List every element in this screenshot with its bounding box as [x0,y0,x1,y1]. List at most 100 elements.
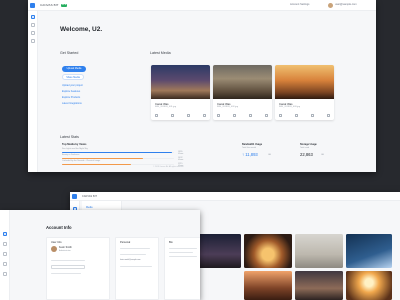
app-brand: CANVAS BIT [40,3,59,7]
latest-stats-heading: Latest Stats [60,135,79,139]
settings-icon[interactable] [31,39,35,43]
dashboard-window: CANVAS BIT BETA Account Settings user@sa… [28,0,376,172]
bar-fill [62,163,132,165]
field-line [169,256,197,258]
name-field[interactable] [51,265,85,269]
media-card-meta: IMG_201803_001.jpg [155,106,177,108]
media-tile[interactable] [295,271,343,300]
bandwidth-label: Bandwidth Usage [242,143,263,146]
stats-icon[interactable] [31,31,35,35]
bar-fill [62,157,143,159]
account-settings-link[interactable]: Account Settings [290,3,309,6]
storage-unit: GB [321,154,324,156]
media-card[interactable]: Canal Was IMG_201803_001.jpg [151,65,210,120]
edit-icon[interactable] [187,114,190,117]
account-info-title: Account Info [46,225,72,230]
media-tile[interactable] [193,234,241,268]
left-rail [28,11,38,172]
delete-icon[interactable] [265,114,268,117]
account-rail [0,210,10,300]
card-actions [155,114,206,117]
user-info-panel: User Info Kevin Smith Administrator [46,237,110,300]
media-card-meta: IMG_201803_003.jpg [279,106,301,108]
beta-badge: BETA [61,3,67,7]
bar-track [62,157,174,159]
user-email[interactable]: user@sample.com [335,3,357,6]
delete-icon[interactable] [203,114,206,117]
view-icon[interactable] [279,114,282,117]
media-icon[interactable] [3,242,7,246]
media-tile[interactable] [346,271,392,300]
media-icon[interactable] [31,23,35,27]
app-logo-icon [30,3,35,8]
field-line [51,273,81,275]
media-tile[interactable] [244,234,292,268]
view-icon[interactable] [155,114,158,117]
settings-icon[interactable] [3,262,7,266]
field-line [120,266,152,268]
bar-label: Sea Lights and the Night Sky [62,148,88,150]
bar-fill [62,151,172,153]
field-line [169,252,193,254]
latest-media-heading: Latest Media [150,51,171,55]
share-icon[interactable] [295,114,298,117]
media-topbar: CANVAS BIT [70,192,400,201]
page-title: Welcome, U2. [60,26,103,33]
view-icon[interactable] [217,114,220,117]
panel-heading: Personal [120,241,131,244]
dashboard-icon[interactable] [3,232,7,236]
media-card[interactable]: Canal Was IMG_201803_002.jpg [213,65,272,120]
bandwidth-value: ↑ 11,893 [242,152,258,157]
bar-value: 1895 Views [178,150,184,155]
storage-value: 22,863 [300,152,313,157]
beta-label: BETA [61,4,67,6]
field-line [120,248,150,250]
media-tile[interactable] [295,234,343,268]
user-role: Administrator [59,249,71,252]
share-media-button[interactable]: Share Media [62,74,84,80]
media-tile[interactable] [346,234,392,268]
media-card[interactable]: Canal Was IMG_201803_003.jpg [275,65,334,120]
bar-track [62,163,174,165]
delete-icon[interactable] [327,114,330,117]
storage-label: Storage Usage [300,143,317,146]
edit-icon[interactable] [311,114,314,117]
stats-icon[interactable] [3,252,7,256]
email-value: kevin.smith@sample.com [120,259,141,261]
user-icon[interactable] [3,272,7,276]
nav-item-media[interactable]: Media [86,206,93,209]
bar-track [62,151,174,153]
edit-icon[interactable] [249,114,252,117]
share-icon[interactable] [171,114,174,117]
share-icon[interactable] [233,114,236,117]
top-bar: CANVAS BIT BETA Account Settings user@sa… [28,0,376,11]
storage-sub: Total used [300,147,310,149]
personal-panel: Personal kevin.smith@sample.com [115,237,159,300]
field-line [51,260,85,262]
bar-label: Beauty in Darkness [62,154,80,156]
card-actions [217,114,268,117]
footer-text: © 2018 Canvas Bit. All rights reserved. [153,166,184,168]
bio-panel: Bio [164,237,200,300]
field-line [120,254,146,256]
upload-media-button[interactable]: Upload Media [62,66,86,72]
stage: CANVAS BIT Media Images Videos Audio Doc… [0,0,400,300]
field-line [169,248,197,250]
get-started-heading: Get Started [60,51,79,55]
avatar [51,246,57,252]
get-started-link[interactable]: Latest Integrations [62,102,82,105]
avatar[interactable] [328,2,333,8]
bandwidth-unit: GB [268,154,271,156]
media-brand: CANVAS BIT [82,195,98,198]
dashboard-icon[interactable] [31,15,35,19]
bar-value: 1432 Views [178,156,184,161]
media-thumbnail [151,65,210,99]
panel-heading: User Info [51,241,62,244]
get-started-link[interactable]: Explore Products [62,96,80,99]
card-actions [279,114,330,117]
media-tile[interactable] [244,271,292,300]
get-started-link[interactable]: Upload your project [62,84,83,87]
media-thumbnail [275,65,334,99]
get-started-link[interactable]: Explore Features [62,90,80,93]
top-media-title: Top Media by Views [62,143,87,146]
